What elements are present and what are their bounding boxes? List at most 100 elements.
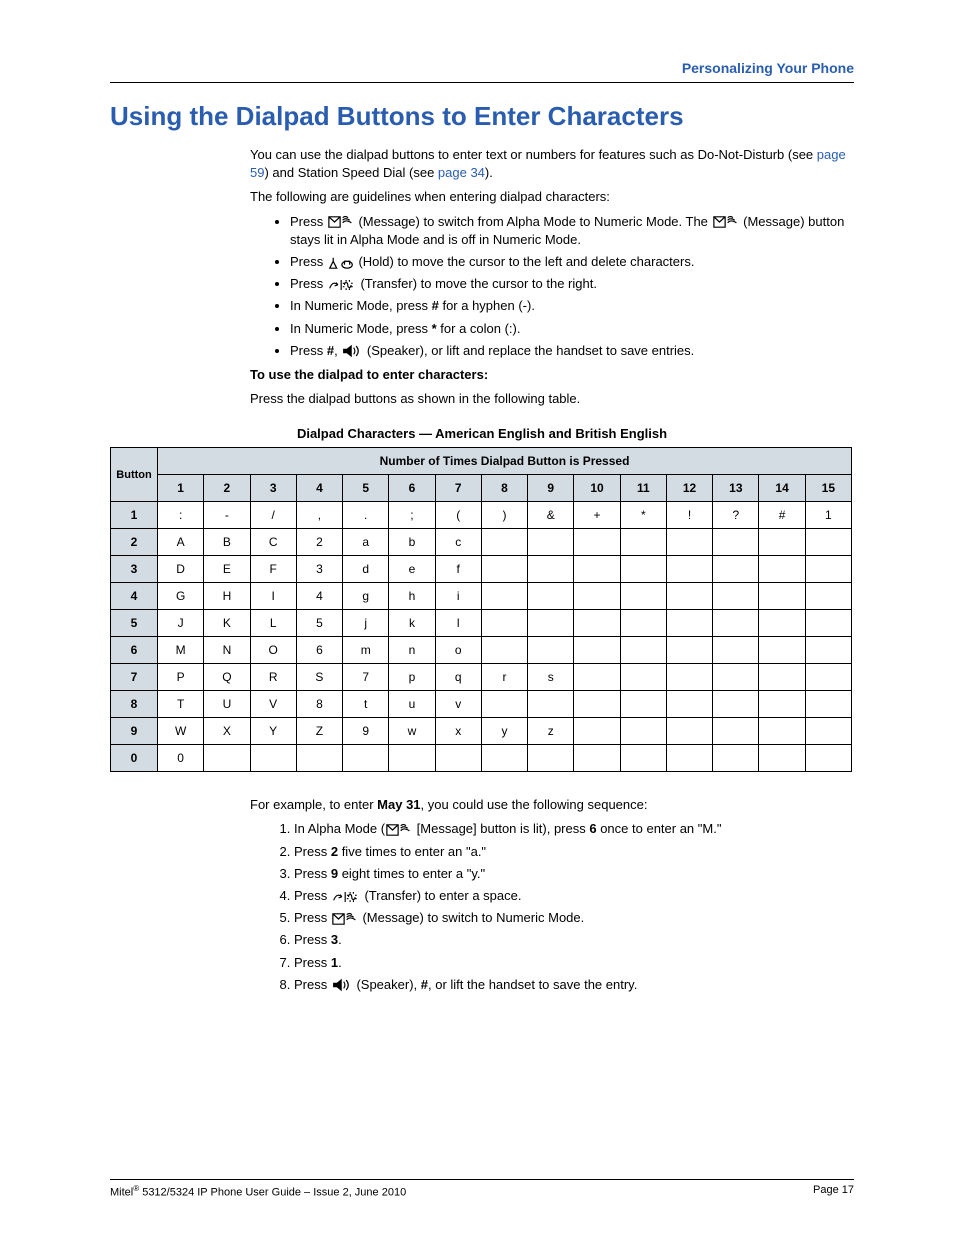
cell <box>574 610 620 637</box>
cell: 5 <box>296 610 342 637</box>
cell: * <box>620 502 666 529</box>
text: In Alpha Mode ( <box>294 821 385 836</box>
cell <box>713 664 759 691</box>
cell: X <box>204 718 250 745</box>
text: Press <box>290 276 327 291</box>
cell: q <box>435 664 481 691</box>
cell: B <box>204 529 250 556</box>
text: Press <box>290 214 327 229</box>
col-header: 9 <box>528 475 574 502</box>
cell <box>805 637 851 664</box>
cell: K <box>204 610 250 637</box>
cell: ( <box>435 502 481 529</box>
message-icon <box>713 215 739 229</box>
text: You can use the dialpad buttons to enter… <box>250 147 817 162</box>
text: Press <box>294 888 331 903</box>
cell <box>759 664 805 691</box>
speaker-icon <box>332 978 352 992</box>
cell <box>713 529 759 556</box>
example-section: For example, to enter May 31, you could … <box>250 796 854 994</box>
example-intro: For example, to enter May 31, you could … <box>250 796 854 814</box>
cell <box>481 745 527 772</box>
cell: u <box>389 691 435 718</box>
subheading: To use the dialpad to enter characters: <box>250 366 854 384</box>
cell <box>666 529 712 556</box>
guideline-item: Press (Hold) to move the cursor to the l… <box>290 253 854 271</box>
cell <box>620 583 666 610</box>
cell <box>528 556 574 583</box>
cell <box>204 745 250 772</box>
cell <box>528 637 574 664</box>
cell <box>805 610 851 637</box>
cell <box>666 745 712 772</box>
cell: A <box>158 529 204 556</box>
cell: 8 <box>296 691 342 718</box>
table-wrapper: ButtonNumber of Times Dialpad Button is … <box>110 447 854 772</box>
row-button: 3 <box>111 556 158 583</box>
cell <box>528 610 574 637</box>
step-item: Press (Speaker), #, or lift the handset … <box>294 976 854 994</box>
cell: m <box>343 637 389 664</box>
cell: 3 <box>296 556 342 583</box>
cell: h <box>389 583 435 610</box>
cell: W <box>158 718 204 745</box>
cell: G <box>158 583 204 610</box>
text: for a hyphen (-). <box>439 298 535 313</box>
cell: a <box>343 529 389 556</box>
speaker-icon <box>342 344 362 358</box>
cell <box>759 556 805 583</box>
step-item: Press (Transfer) to enter a space. <box>294 887 854 905</box>
cell <box>666 556 712 583</box>
text: for a colon (:). <box>437 321 521 336</box>
message-icon <box>328 215 354 229</box>
row-button: 1 <box>111 502 158 529</box>
cell: E <box>204 556 250 583</box>
cell: y <box>481 718 527 745</box>
guideline-item: Press #, (Speaker), or lift and replace … <box>290 342 854 360</box>
footer-left: Mitel® 5312/5324 IP Phone User Guide – I… <box>110 1184 406 1199</box>
col-header: 8 <box>481 475 527 502</box>
table-caption: Dialpad Characters — American English an… <box>110 426 854 441</box>
cell <box>343 745 389 772</box>
cell <box>805 718 851 745</box>
text-bold: 3 <box>331 932 338 947</box>
cell <box>805 556 851 583</box>
col-header: 7 <box>435 475 481 502</box>
cell: Q <box>204 664 250 691</box>
cell: c <box>435 529 481 556</box>
cell: ; <box>389 502 435 529</box>
cell <box>759 637 805 664</box>
page-title: Using the Dialpad Buttons to Enter Chara… <box>110 101 854 132</box>
text: Press <box>294 866 331 881</box>
cell <box>620 610 666 637</box>
cell: t <box>343 691 389 718</box>
text-bold: # <box>432 298 439 313</box>
cell <box>620 718 666 745</box>
link-page-34[interactable]: page 34 <box>438 165 485 180</box>
text-bold: 1 <box>331 955 338 970</box>
guideline-item: Press (Transfer) to move the cursor to t… <box>290 275 854 293</box>
cell <box>620 664 666 691</box>
cell <box>574 583 620 610</box>
cell <box>620 637 666 664</box>
cell: w <box>389 718 435 745</box>
text-bold: # <box>327 343 334 358</box>
page-footer: Mitel® 5312/5324 IP Phone User Guide – I… <box>110 1179 854 1199</box>
text-bold: 6 <box>589 821 596 836</box>
cell <box>805 583 851 610</box>
text: Press <box>294 955 331 970</box>
cell: P <box>158 664 204 691</box>
cell <box>481 556 527 583</box>
text: , or lift the handset to save the entry. <box>428 977 637 992</box>
cell: T <box>158 691 204 718</box>
text: (Message) to switch from Alpha Mode to N… <box>355 214 712 229</box>
col-header: 11 <box>620 475 666 502</box>
span-header: Number of Times Dialpad Button is Presse… <box>158 448 852 475</box>
cell: k <box>389 610 435 637</box>
text: Press <box>290 343 327 358</box>
cell: M <box>158 637 204 664</box>
cell <box>713 718 759 745</box>
cell: f <box>435 556 481 583</box>
cell: & <box>528 502 574 529</box>
cell: . <box>343 502 389 529</box>
